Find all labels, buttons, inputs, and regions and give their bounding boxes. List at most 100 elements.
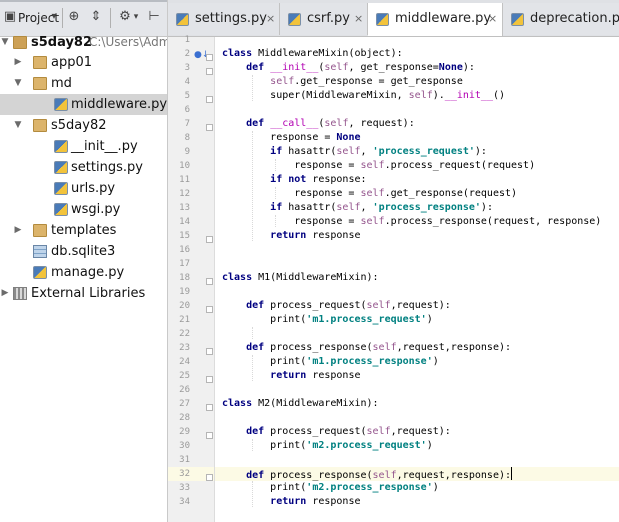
line-number: 32 (179, 469, 190, 479)
code-line-30: print('m2.process_request') (222, 439, 433, 453)
keyword: if (270, 202, 283, 213)
tree-item-wsgi-py[interactable]: wsgi.py (0, 199, 167, 220)
code-line-5: super(MiddlewareMixin, self).__init__() (222, 89, 505, 103)
self-keyword: self (360, 188, 385, 199)
fold-marker-icon[interactable] (206, 54, 213, 61)
tree-item-s5day82-package[interactable]: ▼ s5day82 (0, 115, 167, 136)
collapse-all-icon[interactable]: ⇕ (88, 8, 104, 26)
tree-item-label: External Libraries (31, 286, 146, 301)
keyword: class (222, 272, 253, 283)
fold-marker-icon[interactable] (206, 404, 213, 411)
hide-panel-icon[interactable]: ⊢ (146, 8, 162, 26)
database-file-icon (33, 245, 47, 258)
tree-item-urls-py[interactable]: urls.py (0, 178, 167, 199)
expand-arrow-icon[interactable]: ▼ (13, 115, 23, 136)
tree-item-app01[interactable]: ▶ app01 (0, 52, 167, 73)
line-number: 5 (184, 91, 190, 101)
fold-marker-icon[interactable] (206, 278, 213, 285)
code-text: print( (270, 314, 307, 325)
keyword: None (336, 132, 361, 143)
tree-item-label: db.sqlite3 (51, 244, 116, 259)
code-text: () (492, 90, 506, 101)
fold-marker-icon[interactable] (206, 474, 213, 481)
fold-marker-icon[interactable] (206, 68, 213, 75)
folder-icon (33, 119, 47, 132)
code-text: ) (432, 482, 439, 493)
line-number: 3 (184, 63, 190, 73)
expand-arrow-icon[interactable]: ▼ (0, 32, 10, 53)
fold-marker-icon[interactable] (206, 96, 213, 103)
expand-arrow-icon[interactable]: ▶ (13, 52, 23, 73)
line-number: 16 (179, 245, 190, 255)
toolbar-separator (62, 8, 63, 28)
tree-item-init-py[interactable]: __init__.py (0, 136, 167, 157)
dropdown-icon[interactable]: ▾ (49, 8, 59, 26)
tree-root-label: s5day82 (31, 35, 93, 50)
scroll-from-source-icon[interactable]: ⊕ (66, 8, 82, 26)
tree-item-manage-py[interactable]: manage.py (0, 262, 167, 283)
tree-item-templates[interactable]: ▶ templates (0, 220, 167, 241)
code-text: process_response( (264, 470, 373, 481)
code-text: hasattr( (282, 202, 337, 213)
self-keyword: self (372, 342, 397, 353)
fold-marker-icon[interactable] (206, 236, 213, 243)
line-number: 23 (179, 343, 190, 353)
tab-csrf-py[interactable]: csrf.py × (280, 3, 368, 35)
code-line-21: print('m1.process_request') (222, 313, 433, 327)
line-number: 20 (179, 301, 190, 311)
code-text: ). (432, 90, 445, 101)
code-text: response = (294, 160, 361, 171)
magic-method: __init__ (444, 90, 493, 101)
code-text: super(MiddlewareMixin, (270, 90, 409, 101)
keyword: None (438, 62, 463, 73)
code-line-3: def __init__(self, get_response=None): (222, 61, 475, 75)
tree-item-middleware-py[interactable]: middleware.py (0, 94, 167, 115)
code-text: ,request): (390, 300, 451, 311)
python-file-icon (376, 13, 389, 26)
tree-item-label: manage.py (51, 265, 125, 280)
python-file-icon (54, 182, 68, 195)
editor-tab-bar: settings.py × csrf.py × middleware.py × … (168, 0, 619, 37)
tree-item-md[interactable]: ▼ md (0, 73, 167, 94)
editor-gutter[interactable]: 1 2 3 4 5 6 7 8 9 10 11 12 13 14 15 16 17 18 19 20 21 22 23 24 2… (168, 35, 215, 522)
code-line-20: def process_request(self,request): (222, 299, 451, 313)
close-icon[interactable]: × (354, 3, 363, 35)
tree-item-settings-py[interactable]: settings.py (0, 157, 167, 178)
tab-label: csrf.py (307, 11, 350, 26)
keyword: if (270, 146, 283, 157)
code-line-13: if hasattr(self, 'process_response'): (222, 201, 493, 215)
expand-arrow-icon[interactable]: ▶ (13, 220, 23, 241)
code-text: .get_response = get_response (294, 76, 463, 87)
fold-marker-icon[interactable] (206, 432, 213, 439)
tree-item-root[interactable]: ▼ s5day82 C:\Users\Adm (0, 32, 167, 53)
tree-item-external-libraries[interactable]: ▶ External Libraries (0, 283, 167, 304)
tab-middleware-py[interactable]: middleware.py × (368, 3, 503, 36)
code-text: response = (294, 216, 361, 227)
fold-marker-icon[interactable] (206, 348, 213, 355)
close-icon[interactable]: × (266, 3, 275, 35)
expand-arrow-icon[interactable]: ▶ (0, 283, 10, 304)
fold-marker-icon[interactable] (206, 306, 213, 313)
code-line-9: if hasattr(self, 'process_request'): (222, 145, 487, 159)
tab-settings-py[interactable]: settings.py × (168, 3, 280, 35)
python-file-icon (288, 13, 301, 26)
toolbar-separator (110, 8, 111, 28)
fold-marker-icon[interactable] (206, 124, 213, 131)
code-text: print( (270, 482, 307, 493)
keyword: return (270, 370, 307, 381)
fold-marker-icon[interactable] (206, 376, 213, 383)
expand-arrow-icon[interactable]: ▼ (13, 73, 23, 94)
code-editor[interactable]: class MiddlewareMixin(object): def __ini… (215, 37, 619, 522)
tab-deprecation-py[interactable]: deprecation.py (503, 3, 619, 35)
code-text: hasattr( (282, 146, 337, 157)
line-number: 22 (179, 329, 190, 339)
code-text: ) (426, 440, 433, 451)
settings-dropdown-icon[interactable]: ▾ (131, 8, 141, 26)
tree-item-db-sqlite3[interactable]: db.sqlite3 (0, 241, 167, 262)
python-file-icon (33, 266, 47, 279)
tab-label: deprecation.py (530, 11, 619, 26)
close-icon[interactable]: × (488, 3, 497, 35)
python-file-icon (54, 98, 68, 111)
line-number: 8 (184, 133, 190, 143)
code-text: , (360, 202, 373, 213)
